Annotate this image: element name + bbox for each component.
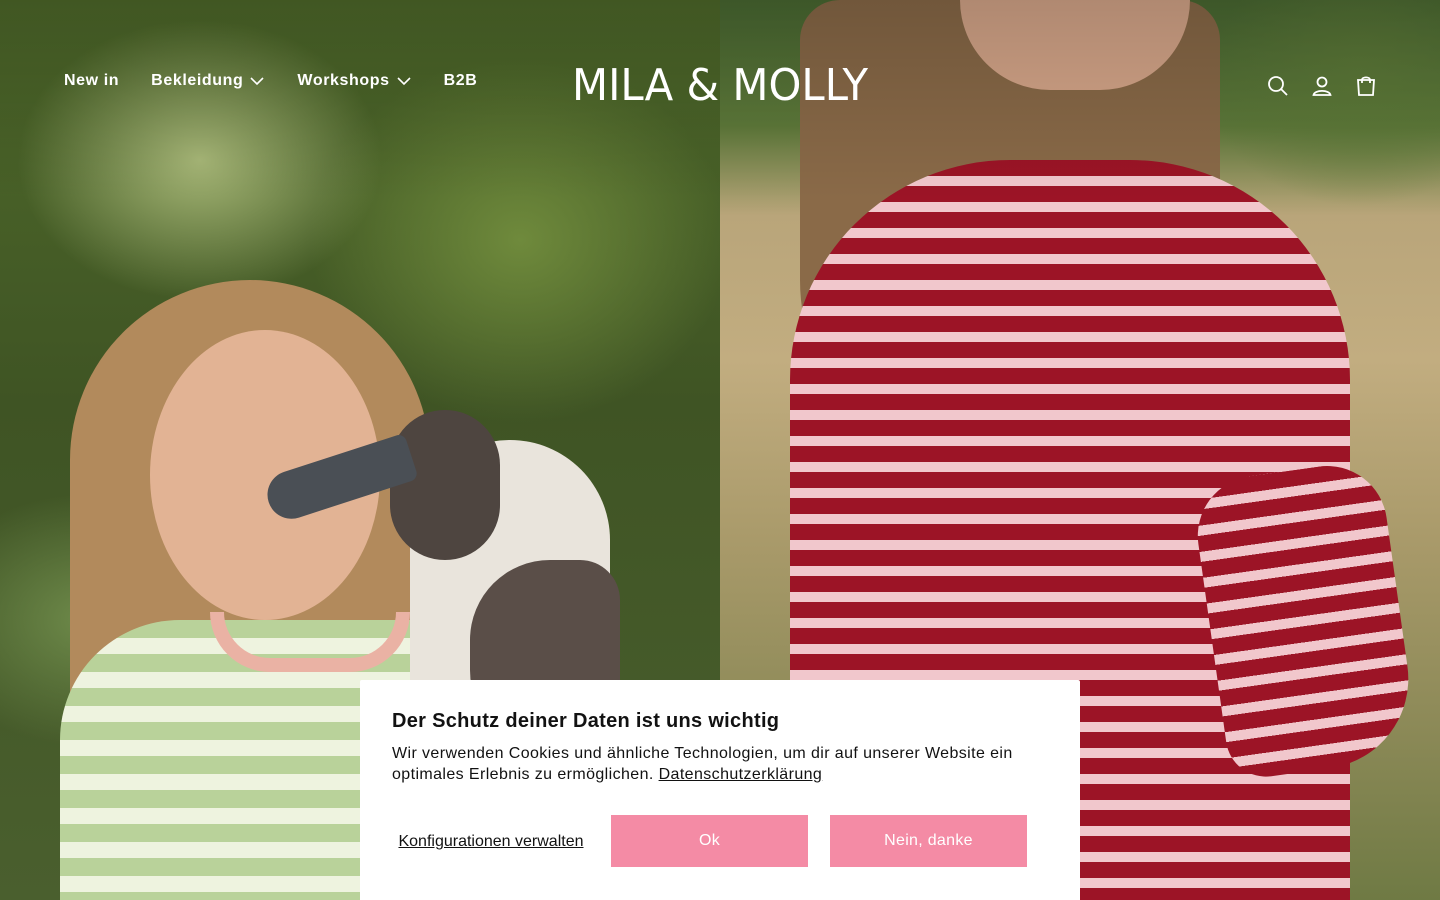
search-button[interactable] [1256, 64, 1300, 108]
chevron-down-icon [397, 77, 411, 86]
cookie-banner: Der Schutz deiner Daten ist uns wichtig … [360, 680, 1080, 900]
nav-item-b2b[interactable]: B2B [444, 72, 478, 90]
accept-cookies-button[interactable]: Ok [611, 815, 808, 867]
main-nav: New in Bekleidung Workshops B2B [64, 72, 509, 90]
sweater-collar [210, 612, 410, 672]
nav-label: B2B [443, 72, 478, 89]
nav-item-workshops[interactable]: Workshops [297, 72, 411, 90]
header-icons [1256, 64, 1388, 108]
nav-item-bekleidung[interactable]: Bekleidung [151, 72, 265, 90]
duck-head [390, 410, 500, 560]
chevron-down-icon [250, 77, 264, 86]
privacy-policy-link[interactable]: Datenschutzerklärung [659, 766, 823, 783]
search-icon [1268, 76, 1288, 96]
nav-item-new-in[interactable]: New in [64, 72, 119, 90]
account-button[interactable] [1300, 64, 1344, 108]
manage-configurations-button[interactable]: Konfigurationen verwalten [392, 832, 590, 851]
site-header: New in Bekleidung Workshops B2B MILA & M… [0, 0, 1440, 170]
logo-text: MILA & MOLLY [572, 60, 868, 111]
cart-button[interactable] [1344, 64, 1388, 108]
cookie-title: Der Schutz deiner Daten ist uns wichtig [392, 710, 780, 732]
decline-cookies-button[interactable]: Nein, danke [830, 815, 1027, 867]
nav-label: Workshops [297, 72, 390, 89]
cart-icon [1357, 76, 1375, 96]
account-icon [1312, 76, 1332, 96]
brand-logo[interactable]: MILA & MOLLY [570, 56, 870, 112]
cookie-actions: Konfigurationen verwalten Ok Nein, danke [392, 815, 1049, 867]
cookie-text: Wir verwenden Cookies und ähnliche Techn… [392, 743, 1042, 785]
nav-label: New in [64, 72, 120, 89]
nav-label: Bekleidung [151, 72, 244, 89]
